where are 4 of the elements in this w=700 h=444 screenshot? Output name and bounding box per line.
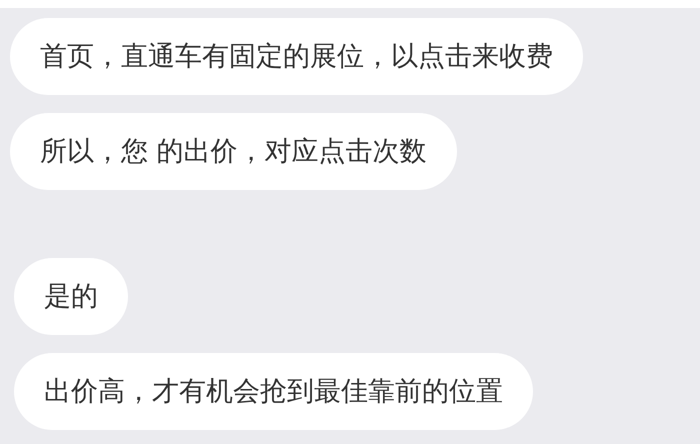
message-bubble: 是的 xyxy=(14,258,128,335)
message-bubble: 出价高，才有机会抢到最佳靠前的位置 xyxy=(14,353,533,430)
message-bubble: 首页，直通车有固定的展位，以点击来收费 xyxy=(10,18,583,95)
message-bubble: 所以，您 的出价，对应点击次数 xyxy=(10,113,457,190)
